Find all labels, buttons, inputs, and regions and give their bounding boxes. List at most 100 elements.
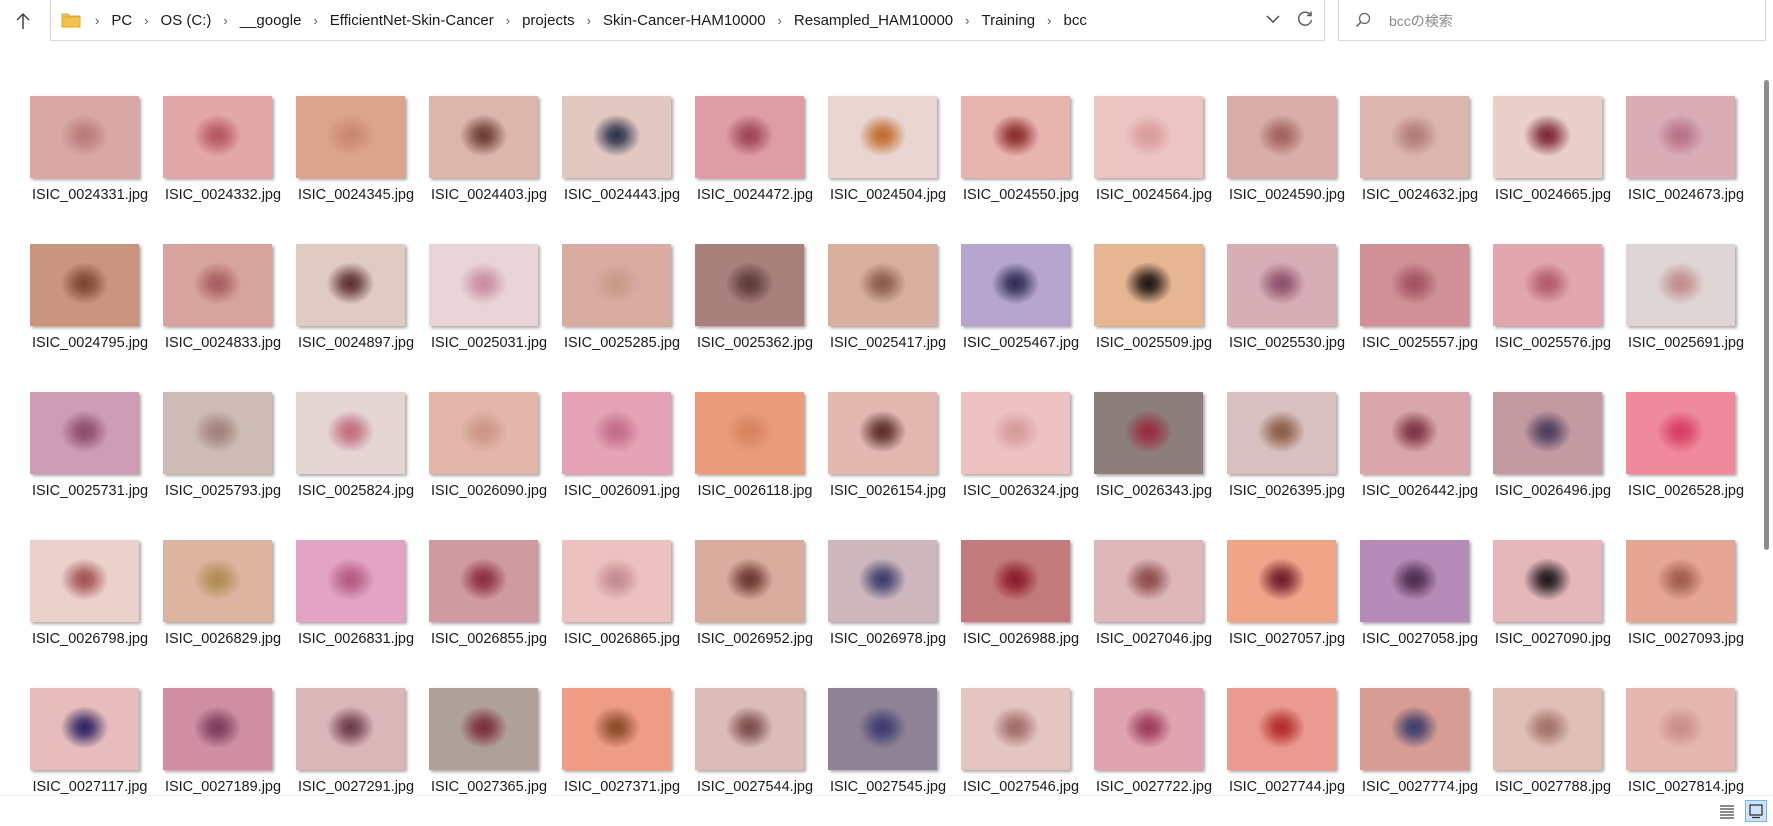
file-thumbnail[interactable]	[961, 540, 1070, 622]
file-name[interactable]: ISIC_0026090.jpg	[424, 483, 554, 499]
file-name[interactable]: ISIC_0026855.jpg	[424, 631, 554, 647]
file-thumbnail[interactable]	[1227, 688, 1336, 770]
file-item[interactable]: ISIC_0024564.jpg	[1089, 96, 1222, 244]
scrollbar-thumb[interactable]	[1764, 80, 1769, 550]
file-item[interactable]: ISIC_0026829.jpg	[158, 540, 291, 688]
file-item[interactable]: ISIC_0024833.jpg	[158, 244, 291, 392]
file-name[interactable]: ISIC_0024590.jpg	[1222, 187, 1352, 203]
file-item[interactable]: ISIC_0024403.jpg	[424, 96, 557, 244]
file-item[interactable]: ISIC_0026442.jpg	[1355, 392, 1488, 540]
file-name[interactable]: ISIC_0027365.jpg	[424, 779, 554, 795]
file-thumbnail[interactable]	[1227, 540, 1336, 622]
file-name[interactable]: ISIC_0024504.jpg	[823, 187, 953, 203]
breadcrumb-item[interactable]: Resampled_HAM10000	[790, 12, 957, 29]
file-thumbnail[interactable]	[1626, 244, 1735, 326]
file-item[interactable]: ISIC_0025691.jpg	[1621, 244, 1754, 392]
file-name[interactable]: ISIC_0025509.jpg	[1089, 335, 1219, 351]
file-thumbnail[interactable]	[429, 392, 538, 474]
file-thumbnail[interactable]	[961, 688, 1070, 770]
file-thumbnail[interactable]	[1493, 392, 1602, 474]
file-thumbnail[interactable]	[429, 244, 538, 326]
file-thumbnail[interactable]	[1493, 244, 1602, 326]
file-name[interactable]: ISIC_0024345.jpg	[291, 187, 421, 203]
breadcrumb-item[interactable]: OS (C:)	[157, 12, 216, 29]
file-thumbnail[interactable]	[30, 540, 139, 622]
file-item[interactable]: ISIC_0026952.jpg	[690, 540, 823, 688]
breadcrumb-item[interactable]: bcc	[1059, 12, 1090, 29]
file-thumbnail[interactable]	[961, 392, 1070, 474]
file-name[interactable]: ISIC_0024632.jpg	[1355, 187, 1485, 203]
file-item[interactable]: ISIC_0024331.jpg	[25, 96, 158, 244]
file-item[interactable]: ISIC_0026324.jpg	[956, 392, 1089, 540]
file-name[interactable]: ISIC_0024564.jpg	[1089, 187, 1219, 203]
file-item[interactable]: ISIC_0027189.jpg	[158, 688, 291, 795]
file-name[interactable]: ISIC_0026988.jpg	[956, 631, 1086, 647]
file-item[interactable]: ISIC_0026343.jpg	[1089, 392, 1222, 540]
file-item[interactable]: ISIC_0026865.jpg	[557, 540, 690, 688]
file-name[interactable]: ISIC_0027546.jpg	[956, 779, 1086, 795]
file-item[interactable]: ISIC_0026154.jpg	[823, 392, 956, 540]
file-name[interactable]: ISIC_0026118.jpg	[690, 483, 820, 499]
file-name[interactable]: ISIC_0027722.jpg	[1089, 779, 1219, 795]
file-name[interactable]: ISIC_0025557.jpg	[1355, 335, 1485, 351]
file-item[interactable]: ISIC_0027546.jpg	[956, 688, 1089, 795]
file-name[interactable]: ISIC_0025530.jpg	[1222, 335, 1352, 351]
file-thumbnail[interactable]	[828, 244, 937, 326]
file-name[interactable]: ISIC_0024897.jpg	[291, 335, 421, 351]
file-item[interactable]: ISIC_0025576.jpg	[1488, 244, 1621, 392]
file-thumbnail[interactable]	[1227, 244, 1336, 326]
file-item[interactable]: ISIC_0026118.jpg	[690, 392, 823, 540]
file-item[interactable]: ISIC_0024897.jpg	[291, 244, 424, 392]
file-thumbnail[interactable]	[961, 244, 1070, 326]
breadcrumb-item[interactable]: Training	[978, 12, 1040, 29]
chevron-right-icon[interactable]: ›	[579, 13, 599, 28]
file-thumbnail[interactable]	[1626, 96, 1735, 178]
file-name[interactable]: ISIC_0027774.jpg	[1355, 779, 1485, 795]
file-thumbnail[interactable]	[1094, 540, 1203, 622]
file-thumbnail[interactable]	[1493, 688, 1602, 770]
file-thumbnail[interactable]	[30, 244, 139, 326]
file-name[interactable]: ISIC_0027744.jpg	[1222, 779, 1352, 795]
file-thumbnail[interactable]	[695, 244, 804, 326]
file-name[interactable]: ISIC_0024795.jpg	[25, 335, 155, 351]
file-item[interactable]: ISIC_0025417.jpg	[823, 244, 956, 392]
file-thumbnail[interactable]	[1626, 688, 1735, 770]
file-item[interactable]: ISIC_0025793.jpg	[158, 392, 291, 540]
file-thumbnail[interactable]	[296, 688, 405, 770]
file-name[interactable]: ISIC_0024332.jpg	[158, 187, 288, 203]
file-name[interactable]: ISIC_0027371.jpg	[557, 779, 687, 795]
file-name[interactable]: ISIC_0027046.jpg	[1089, 631, 1219, 647]
file-name[interactable]: ISIC_0025691.jpg	[1621, 335, 1751, 351]
file-name[interactable]: ISIC_0025731.jpg	[25, 483, 155, 499]
file-thumbnail[interactable]	[30, 392, 139, 474]
breadcrumb-item[interactable]: EfficientNet-Skin-Cancer	[326, 12, 498, 29]
file-thumbnail[interactable]	[562, 244, 671, 326]
file-thumbnail[interactable]	[562, 96, 671, 178]
breadcrumb-item[interactable]: PC	[107, 12, 136, 29]
file-name[interactable]: ISIC_0026829.jpg	[158, 631, 288, 647]
file-name[interactable]: ISIC_0025362.jpg	[690, 335, 820, 351]
breadcrumb-item[interactable]: __google	[236, 12, 306, 29]
file-name[interactable]: ISIC_0027545.jpg	[823, 779, 953, 795]
chevron-right-icon[interactable]: ›	[957, 13, 977, 28]
file-thumbnail[interactable]	[1360, 540, 1469, 622]
file-thumbnail[interactable]	[695, 688, 804, 770]
vertical-scrollbar[interactable]	[1756, 42, 1773, 795]
file-name[interactable]: ISIC_0025576.jpg	[1488, 335, 1618, 351]
file-thumbnail[interactable]	[163, 392, 272, 474]
file-thumbnail[interactable]	[429, 688, 538, 770]
file-name[interactable]: ISIC_0026091.jpg	[557, 483, 687, 499]
chevron-right-icon[interactable]: ›	[136, 13, 156, 28]
file-name[interactable]: ISIC_0026154.jpg	[823, 483, 953, 499]
file-thumbnail[interactable]	[429, 96, 538, 178]
file-name[interactable]: ISIC_0026865.jpg	[557, 631, 687, 647]
file-item[interactable]: ISIC_0025557.jpg	[1355, 244, 1488, 392]
file-item[interactable]: ISIC_0027544.jpg	[690, 688, 823, 795]
file-item[interactable]: ISIC_0027371.jpg	[557, 688, 690, 795]
chevron-right-icon[interactable]: ›	[87, 13, 107, 28]
file-name[interactable]: ISIC_0025417.jpg	[823, 335, 953, 351]
file-thumbnail[interactable]	[163, 96, 272, 178]
file-thumbnail[interactable]	[429, 540, 538, 622]
file-item[interactable]: ISIC_0027722.jpg	[1089, 688, 1222, 795]
file-item[interactable]: ISIC_0024632.jpg	[1355, 96, 1488, 244]
